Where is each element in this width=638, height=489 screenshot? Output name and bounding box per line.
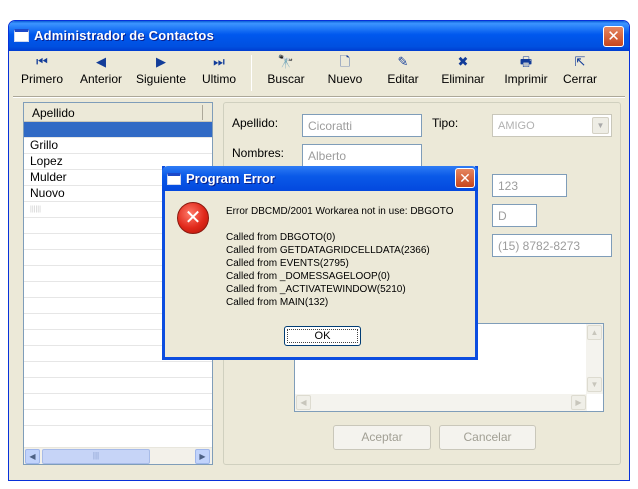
last-button[interactable]: ⏭ Ultimo <box>199 53 239 93</box>
edit-icon: ✎ <box>397 54 409 69</box>
chevron-down-icon[interactable]: ▼ <box>592 117 609 134</box>
scroll-right-icon[interactable]: ▶ <box>195 449 210 464</box>
scroll-up-icon[interactable]: ▲ <box>587 325 602 340</box>
tipo-label: Tipo: <box>432 116 459 130</box>
apellido-label: Apellido: <box>232 116 279 130</box>
numero-field[interactable]: 123 <box>492 174 567 197</box>
delete-button[interactable]: ✖ Eliminar <box>437 53 489 93</box>
call-stack-line: Called from _DOMESSAGELOOP(0) <box>226 271 390 282</box>
notes-horizontal-scrollbar[interactable]: ◀ ▶ <box>295 394 587 411</box>
error-dialog: Program Error ✕ ✕ Error DBCMD/2001 Worka… <box>162 166 478 360</box>
last-record-icon: ⏭ <box>213 54 225 69</box>
new-document-icon: 🗋 <box>339 54 351 69</box>
nombres-field[interactable]: Alberto <box>302 144 422 167</box>
title-bar[interactable]: Administrador de Contactos ✕ <box>9 21 629 51</box>
table-row[interactable] <box>24 410 212 426</box>
table-row[interactable] <box>24 394 212 410</box>
toolbar-separator <box>251 55 252 91</box>
next-button[interactable]: ▶ Siguiente <box>133 53 189 93</box>
notes-vertical-scrollbar[interactable]: ▲ ▼ <box>586 324 603 394</box>
toolbar-divider <box>13 96 625 98</box>
call-stack-line: Called from DBGOTO(0) <box>226 232 336 243</box>
table-row[interactable] <box>24 362 212 378</box>
previous-record-icon: ◀ <box>96 54 106 69</box>
call-stack: Called from DBGOTO(0) Called from GETDAT… <box>226 231 430 309</box>
toolbar: ⏮ Primero ◀ Anterior ▶ Siguiente ⏭ Ultim… <box>9 51 629 95</box>
call-stack-line: Called from _ACTIVATEWINDOW(5210) <box>226 284 406 295</box>
scroll-right-icon[interactable]: ▶ <box>571 395 586 410</box>
window-close-button[interactable]: ✕ <box>603 26 624 47</box>
print-button[interactable]: 🖶 Imprimir <box>497 53 555 93</box>
first-record-icon: ⏮ <box>36 54 48 69</box>
telefono-field[interactable]: (15) 8782-8273 <box>492 234 612 257</box>
close-form-button[interactable]: ⇱ Cerrar <box>559 53 601 93</box>
delete-icon: ✖ <box>457 54 469 69</box>
table-row[interactable] <box>24 122 212 138</box>
call-stack-line: Called from GETDATAGRIDCELLDATA(2366) <box>226 245 430 256</box>
cancel-button[interactable]: Cancelar <box>439 425 536 450</box>
printer-icon: 🖶 <box>519 54 533 69</box>
search-button[interactable]: 🔭 Buscar <box>263 53 309 93</box>
new-button[interactable]: 🗋 Nuevo <box>323 53 367 93</box>
next-record-icon: ▶ <box>156 54 166 69</box>
nombres-label: Nombres: <box>232 146 285 160</box>
table-row[interactable] <box>24 378 212 394</box>
scroll-thumb[interactable]: ||| <box>42 449 150 464</box>
ok-button[interactable]: OK <box>284 326 361 346</box>
error-icon: ✕ <box>177 202 209 234</box>
grid-horizontal-scrollbar[interactable]: ◀ ||| ▶ <box>24 447 212 464</box>
call-stack-line: Called from MAIN(132) <box>226 297 329 308</box>
dialog-title: Program Error <box>186 171 275 186</box>
scroll-left-icon[interactable]: ◀ <box>25 449 40 464</box>
column-header-apellido: Apellido <box>32 106 75 120</box>
previous-button[interactable]: ◀ Anterior <box>77 53 125 93</box>
binoculars-icon: 🔭 <box>277 54 295 69</box>
dialog-title-bar[interactable]: Program Error ✕ <box>162 166 478 191</box>
first-button[interactable]: ⏮ Primero <box>19 53 65 93</box>
scroll-down-icon[interactable]: ▼ <box>587 377 602 392</box>
grid-header[interactable]: Apellido <box>24 103 212 122</box>
tipo-select[interactable]: AMIGO ▼ <box>492 114 612 137</box>
accept-button[interactable]: Aceptar <box>333 425 431 450</box>
window-icon <box>167 173 181 185</box>
error-message: Error DBCMD/2001 Workarea not in use: DB… <box>226 206 454 217</box>
apellido-field[interactable]: Cicoratti <box>302 114 422 137</box>
scroll-left-icon[interactable]: ◀ <box>296 395 311 410</box>
window-title: Administrador de Contactos <box>34 28 214 43</box>
dialog-close-button[interactable]: ✕ <box>455 168 475 188</box>
window-icon <box>14 29 29 42</box>
call-stack-line: Called from EVENTS(2795) <box>226 258 349 269</box>
table-row[interactable]: Grillo <box>24 138 212 154</box>
column-divider[interactable] <box>202 105 203 120</box>
piso-field[interactable]: D <box>492 204 537 227</box>
edit-button[interactable]: ✎ Editar <box>383 53 423 93</box>
exit-icon: ⇱ <box>574 54 586 69</box>
